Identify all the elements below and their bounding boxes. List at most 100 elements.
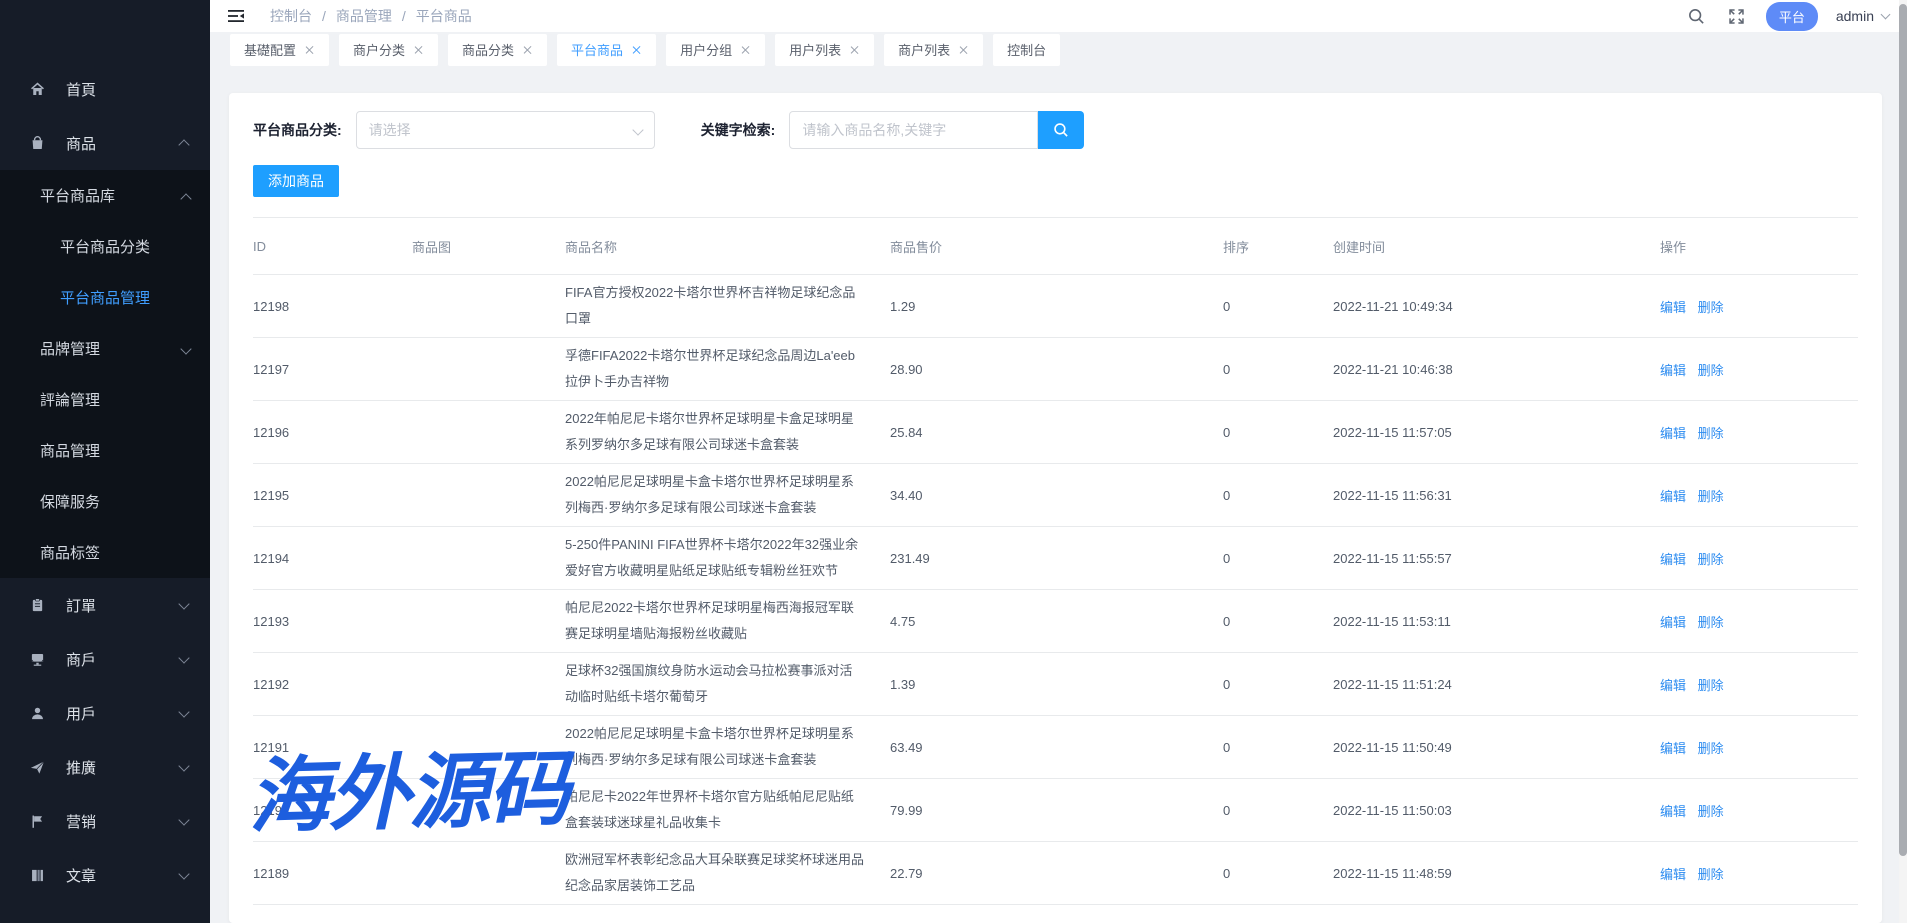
delete-link[interactable]: 删除 [1698,489,1724,504]
delete-link[interactable]: 删除 [1698,615,1724,630]
close-icon[interactable] [414,45,424,55]
delete-link[interactable]: 删除 [1698,552,1724,567]
sidebar-item-label: 商戶 [66,649,96,670]
sidebar-item-label: 首頁 [66,79,96,100]
edit-link[interactable]: 编辑 [1660,363,1686,378]
product-name: 足球杯32强国旗纹身防水运动会马拉松赛事派对活动临时贴纸卡塔尔葡萄牙 [565,658,890,710]
tab[interactable]: 商户分类 [339,34,438,66]
close-icon[interactable] [850,45,860,55]
close-icon[interactable] [305,45,315,55]
edit-link[interactable]: 编辑 [1660,552,1686,567]
product-name: 2022年帕尼尼卡塔尔世界杯足球明星卡盒足球明星系列罗纳尔多足球有限公司球迷卡盒… [565,406,890,458]
edit-link[interactable]: 编辑 [1660,678,1686,693]
close-icon[interactable] [632,45,642,55]
edit-link[interactable]: 编辑 [1660,489,1686,504]
sidebar-item-label: 平台商品分类 [60,236,150,257]
category-select[interactable]: 请选择 [356,111,655,149]
tab-label: 商户分类 [353,40,405,59]
add-product-button[interactable]: 添加商品 [253,165,339,197]
sidebar-item[interactable]: 商品标签 [0,527,210,578]
edit-link[interactable]: 编辑 [1660,741,1686,756]
tab[interactable]: 用户列表 [775,34,874,66]
tab[interactable]: 基礎配置 [230,34,329,66]
breadcrumb-item[interactable]: 商品管理 [336,6,392,26]
close-icon[interactable] [959,45,969,55]
sidebar-item[interactable]: 平台商品分类 [0,221,210,272]
flag-icon [28,812,46,830]
sidebar-item[interactable]: 平台商品库 [0,170,210,221]
username: admin [1836,8,1874,24]
search-button[interactable] [1038,111,1084,149]
delete-link[interactable]: 删除 [1698,804,1724,819]
chevron-down-icon [632,124,643,135]
edit-link[interactable]: 编辑 [1660,867,1686,882]
delete-link[interactable]: 删除 [1698,426,1724,441]
close-icon[interactable] [523,45,533,55]
col-price: 商品售价 [890,237,1223,256]
delete-link[interactable]: 删除 [1698,678,1724,693]
book-icon [28,866,46,884]
sidebar-item[interactable]: 推廣 [0,740,210,794]
sidebar-item[interactable]: 商品管理 [0,425,210,476]
tab[interactable]: 用户分组 [666,34,765,66]
product-created-time: 2022-11-15 11:50:49 [1333,740,1660,755]
delete-link[interactable]: 删除 [1698,867,1724,882]
sidebar-item-label: 用戶 [66,703,96,724]
product-name: 帕尼尼2022卡塔尔世界杯足球明星梅西海报冠军联赛足球明星墙贴海报粉丝收藏贴 [565,595,890,647]
product-price: 79.99 [890,803,1223,818]
sidebar-item[interactable]: 首頁 [0,62,210,116]
sidebar-item[interactable]: 訂單 [0,578,210,632]
fullscreen-icon[interactable] [1726,5,1748,27]
chevron-down-icon [178,868,189,879]
tab[interactable]: 商户列表 [884,34,983,66]
product-created-time: 2022-11-21 10:49:34 [1333,299,1660,314]
tab[interactable]: 控制台 [993,34,1060,66]
breadcrumb-item[interactable]: 控制台 [270,6,312,26]
sidebar-item[interactable]: 文章 [0,848,210,902]
keyword-filter-label: 关键字检索: [701,120,776,140]
products-table: ID 商品图 商品名称 商品售价 排序 创建时间 操作 12198 [253,217,1858,905]
table-row: 12189 欧洲冠军杯表彰纪念品大耳朵联赛足球奖杯球迷用品纪念品家居装饰工艺品 … [253,842,1858,905]
product-sort: 0 [1223,488,1333,503]
delete-link[interactable]: 删除 [1698,300,1724,315]
sidebar-item-label: 保障服务 [40,491,100,512]
tab[interactable]: 商品分类 [448,34,547,66]
scrollbar-thumb[interactable] [1899,4,1907,856]
edit-link[interactable]: 编辑 [1660,804,1686,819]
breadcrumb: 控制台 / 商品管理 / 平台商品 / [270,6,472,26]
sidebar-item[interactable]: 平台商品管理 [0,272,210,323]
sidebar-item[interactable]: 商戶 [0,632,210,686]
chevron-down-icon [178,652,189,663]
delete-link[interactable]: 删除 [1698,363,1724,378]
user-icon [28,704,46,722]
product-name: 帕尼尼卡2022年世界杯卡塔尔官方贴纸帕尼尼贴纸盒套装球迷球星礼品收集卡 [565,784,890,836]
breadcrumb-item[interactable]: 平台商品 [416,6,472,26]
workspace-badge[interactable]: 平台 [1766,2,1818,31]
product-name: FIFA官方授权2022卡塔尔世界杯吉祥物足球纪念品口罩 [565,280,890,332]
user-menu[interactable]: admin [1836,8,1889,24]
home-icon [28,80,46,98]
product-sort: 0 [1223,803,1333,818]
close-icon[interactable] [741,45,751,55]
product-sort: 0 [1223,425,1333,440]
search-icon[interactable] [1686,5,1708,27]
sidebar-item[interactable]: 保障服务 [0,476,210,527]
sidebar-item[interactable]: 用戶 [0,686,210,740]
sidebar-item[interactable]: 营销 [0,794,210,848]
product-price: 25.84 [890,425,1223,440]
tab-label: 商户列表 [898,40,950,59]
tab[interactable]: 平台商品 [557,34,656,66]
delete-link[interactable]: 删除 [1698,741,1724,756]
sidebar-collapse-icon[interactable] [224,4,248,28]
keyword-input[interactable] [789,111,1038,149]
breadcrumb-separator: / [322,8,326,24]
edit-link[interactable]: 编辑 [1660,615,1686,630]
col-created: 创建时间 [1333,237,1660,256]
sidebar-item[interactable]: 商品 [0,116,210,170]
product-id: 12191 [253,740,412,755]
edit-link[interactable]: 编辑 [1660,426,1686,441]
sidebar-item[interactable]: 品牌管理 [0,323,210,374]
sidebar-item[interactable]: 評論管理 [0,374,210,425]
edit-link[interactable]: 编辑 [1660,300,1686,315]
sidebar: 首頁 商品 平台商品库 平台商品分类 平 [0,0,210,923]
